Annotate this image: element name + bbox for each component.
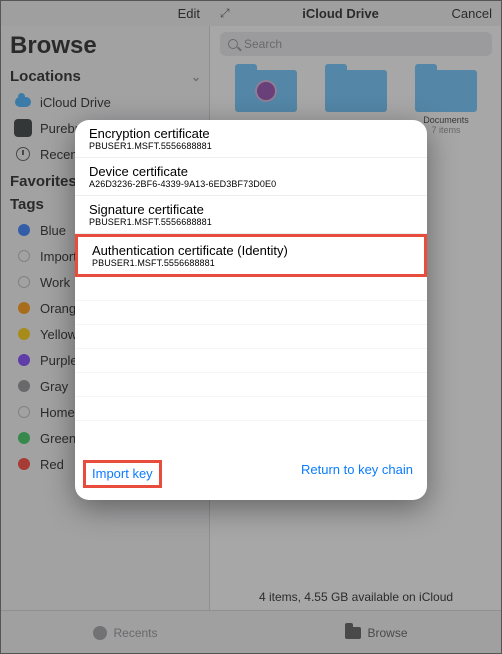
tag-dot-icon [18,302,30,314]
sidebar-item-label: iCloud Drive [40,95,111,110]
page-title: iCloud Drive [230,6,452,21]
import-key-button[interactable]: Import key [92,466,153,481]
tab-browse[interactable]: Browse [251,611,502,654]
tab-bar: Recents Browse [0,610,502,654]
tag-label: Home [40,405,75,420]
favorites-label: Favorites [10,173,77,190]
folder-icon [235,70,297,112]
tag-dot-icon [18,432,30,444]
certificate-modal: Encryption certificatePBUSER1.MSFT.55566… [75,120,427,500]
tag-dot-icon [18,276,30,288]
chevron-down-icon: ⌄ [191,70,201,84]
clock-icon [93,626,107,640]
tag-label: Green [40,431,76,446]
cert-subtitle: PBUSER1.MSFT.5556688881 [89,217,415,227]
expand-icon[interactable]: ⤢ [220,6,230,21]
tag-dot-icon [18,354,30,366]
tag-label: Work [40,275,70,290]
blank-row [75,301,427,325]
search-placeholder: Search [244,37,282,51]
blank-row [75,373,427,397]
folder-icon [325,70,387,112]
cert-title: Signature certificate [89,202,415,217]
tag-dot-icon [18,250,30,262]
edit-button[interactable]: Edit [178,6,200,21]
sidebar-item[interactable]: iCloud Drive [10,89,201,115]
tag-label: Blue [40,223,66,238]
tab-browse-label: Browse [367,626,407,640]
blank-row [75,397,427,421]
blank-row [75,349,427,373]
tag-label: Gray [40,379,68,394]
cert-subtitle: A26D3236-2BF6-4339-9A13-6ED3BF73D0E0 [89,179,415,189]
tag-dot-icon [18,458,30,470]
search-input[interactable]: Search [220,32,492,56]
cert-title: Encryption certificate [89,126,415,141]
tag-label: Yellow [40,327,77,342]
cert-title: Authentication certificate (Identity) [92,243,412,258]
tag-label: Red [40,457,64,472]
icloud-icon [14,93,32,111]
browse-heading: Browse [10,32,201,60]
cancel-button[interactable]: Cancel [452,6,492,21]
status-text: 4 items, 4.55 GB available on iCloud [210,584,502,610]
tag-dot-icon [18,224,30,236]
cert-subtitle: PBUSER1.MSFT.5556688881 [89,141,415,151]
tab-recents[interactable]: Recents [0,611,251,654]
tag-label: Purple [40,353,78,368]
search-icon [228,39,238,49]
locations-heading[interactable]: Locations ⌄ [10,68,201,85]
folder-subtitle: 7 items [431,125,460,135]
folder-name: Documents [423,115,469,125]
cert-subtitle: PBUSER1.MSFT.5556688881 [92,258,412,268]
tag-dot-icon [18,406,30,418]
blank-row [75,277,427,301]
tab-recents-label: Recents [113,626,157,640]
cert-item[interactable]: Signature certificatePBUSER1.MSFT.555668… [75,196,427,234]
cert-title: Device certificate [89,164,415,179]
cert-item[interactable]: Device certificateA26D3236-2BF6-4339-9A1… [75,158,427,196]
blank-row [75,325,427,349]
folder-icon [345,627,361,639]
cert-item-authentication[interactable]: Authentication certificate (Identity)PBU… [75,234,427,277]
tag-dot-icon [18,328,30,340]
locations-label: Locations [10,68,81,85]
clock-icon [14,145,32,163]
sidebar-item-label: Purebr [40,121,79,136]
tag-dot-icon [18,380,30,392]
return-keychain-button[interactable]: Return to key chain [301,462,413,486]
folder-icon [415,70,477,112]
tags-label: Tags [10,196,44,213]
cert-item[interactable]: Encryption certificatePBUSER1.MSFT.55566… [75,120,427,158]
app-icon [14,119,32,137]
